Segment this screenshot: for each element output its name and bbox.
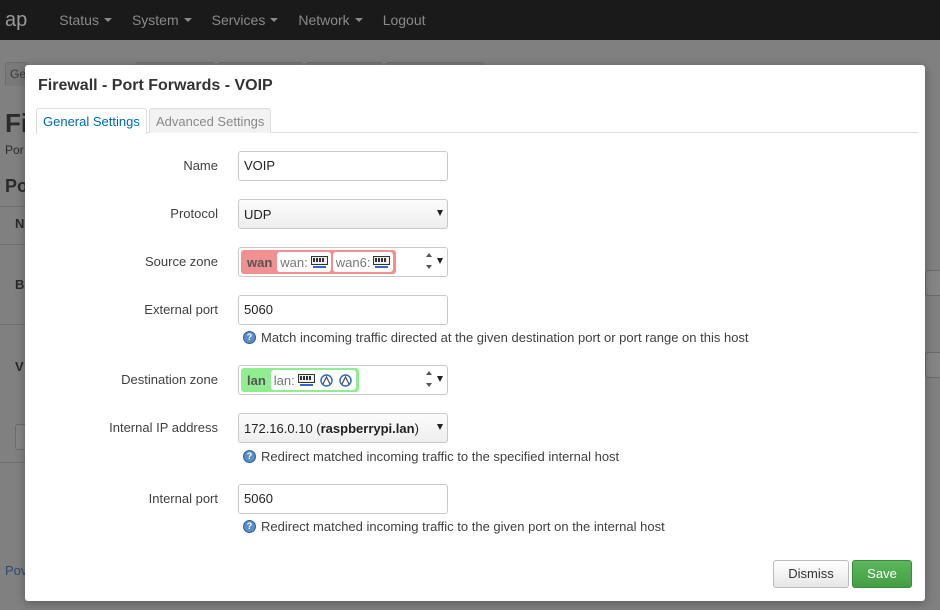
bg-divider — [0, 462, 25, 463]
modal-tabs: General Settings Advanced Settings — [36, 108, 918, 134]
bg-divider — [0, 244, 25, 245]
internal-ip-label: Internal IP address — [109, 420, 218, 435]
top-navbar: ap Status System Services Network Logout — [0, 0, 940, 40]
bg-divider — [0, 324, 25, 325]
name-label: Name — [183, 158, 218, 173]
external-port-input[interactable]: 5060 — [238, 295, 448, 325]
help-icon: ? — [243, 520, 256, 533]
caret-down-icon — [183, 18, 192, 22]
wireless-icon — [338, 373, 353, 387]
help-icon: ? — [243, 331, 256, 344]
caret-down-icon — [354, 18, 363, 22]
interface-label: wan: — [280, 254, 308, 270]
source-zone-label: Source zone — [145, 254, 218, 269]
nav-network-label: Network — [298, 12, 350, 28]
destination-zone-select[interactable]: lan lan: — [238, 365, 448, 395]
bg-col-header: N — [15, 216, 25, 231]
dropdown-arrow-icon — [437, 258, 443, 264]
dropdown-arrow-icon — [437, 424, 443, 430]
caret-down-icon — [270, 18, 279, 22]
dismiss-button[interactable]: Dismiss — [773, 560, 849, 588]
nav-services-label: Services — [211, 12, 266, 28]
tab-general-settings[interactable]: General Settings — [36, 108, 147, 134]
bg-button — [925, 270, 940, 296]
dropdown-arrow-icon — [437, 376, 443, 382]
dropdown-arrow-icon — [437, 210, 443, 216]
interface-chip-wan6: wan6: — [332, 252, 394, 272]
bg-row-1: B — [15, 277, 25, 292]
external-port-help: ? Match incoming traffic directed at the… — [243, 330, 749, 345]
protocol-label: Protocol — [170, 206, 218, 221]
nav-logout[interactable]: Logout — [383, 12, 426, 28]
nav-status[interactable]: Status — [59, 12, 112, 28]
spinner-icon — [425, 371, 433, 389]
internal-ip-close: ) — [414, 421, 419, 436]
internal-port-label: Internal port — [148, 491, 218, 506]
bg-divider — [0, 206, 25, 207]
tab-advanced-settings[interactable]: Advanced Settings — [149, 108, 272, 133]
port-forward-modal: Firewall - Port Forwards - VOIP General … — [25, 65, 925, 601]
nav-logout-label: Logout — [382, 12, 426, 28]
interface-chip-wan: wan: — [277, 252, 331, 272]
source-zone-badge: wan wan: wan6: — [241, 250, 397, 274]
nav-system-label: System — [131, 12, 179, 28]
bg-button — [925, 352, 940, 378]
interface-chip-lan: lan: — [270, 370, 356, 390]
wireless-icon — [319, 373, 334, 387]
name-input[interactable]: VOIP — [238, 151, 448, 181]
external-port-label: External port — [144, 302, 218, 317]
internal-port-help: ? Redirect matched incoming traffic to t… — [243, 519, 665, 534]
internal-ip-host: raspberrypi.lan — [320, 421, 415, 436]
destination-zone-label: Destination zone — [121, 372, 218, 387]
bg-page-desc: Por — [5, 143, 24, 157]
help-icon: ? — [243, 450, 256, 463]
interface-label: wan6: — [335, 254, 371, 270]
internal-port-input[interactable]: 5060 — [238, 484, 448, 514]
bg-tab-label: Ge — [10, 67, 27, 81]
internal-ip-select[interactable]: 172.16.0.10 (raspberrypi.lan) — [238, 413, 448, 443]
nav-network[interactable]: Network — [298, 12, 363, 28]
nav-services[interactable]: Services — [212, 12, 279, 28]
nav-status-label: Status — [59, 12, 99, 28]
ethernet-port-icon — [373, 255, 391, 269]
destination-zone-badge: lan lan: — [241, 368, 359, 392]
source-zone-name: wan — [247, 254, 273, 270]
protocol-value: UDP — [244, 207, 272, 222]
ethernet-port-icon — [310, 255, 328, 269]
caret-down-icon — [103, 18, 112, 22]
save-button[interactable]: Save — [852, 560, 912, 588]
internal-ip-help: ? Redirect matched incoming traffic to t… — [243, 449, 619, 464]
external-port-help-text: Match incoming traffic directed at the g… — [261, 330, 749, 345]
brand-logo[interactable]: ap — [0, 9, 33, 32]
source-zone-select[interactable]: wan wan: wan6: — [238, 247, 448, 277]
bg-row-2: V — [15, 359, 24, 374]
spinner-icon — [425, 253, 433, 271]
modal-title: Firewall - Port Forwards - VOIP — [38, 77, 273, 94]
destination-zone-name: lan — [247, 372, 266, 388]
ethernet-port-icon — [297, 373, 315, 387]
internal-port-help-text: Redirect matched incoming traffic to the… — [261, 519, 665, 534]
internal-ip-help-text: Redirect matched incoming traffic to the… — [261, 449, 620, 464]
interface-label: lan: — [273, 372, 295, 388]
nav-system[interactable]: System — [132, 12, 192, 28]
protocol-select[interactable]: UDP — [238, 199, 448, 229]
internal-ip-value: 172.16.0.10 ( — [244, 421, 321, 436]
